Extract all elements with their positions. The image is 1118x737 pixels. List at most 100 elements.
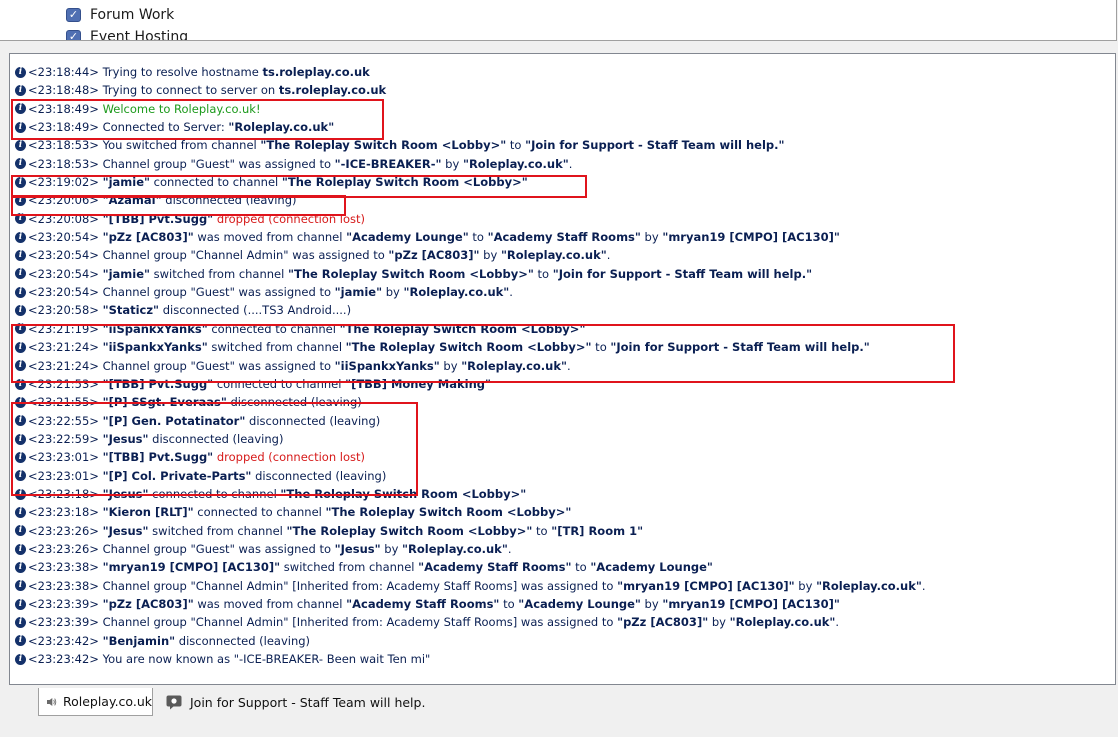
log-segment: by	[380, 541, 403, 556]
info-icon: i	[15, 580, 26, 592]
log-segment: "jamie"	[334, 285, 383, 300]
log-segment: "Kieron [RLT]"	[102, 505, 194, 520]
tab-label: Join for Support - Staff Team will help.	[190, 694, 426, 710]
log-segment: by	[640, 230, 663, 245]
log-segment: .	[606, 248, 611, 263]
log-segment: "Roleplay.co.uk"	[462, 156, 569, 171]
log-line: i <23:23:38> "mryan19 [CMPO] [AC130]" swi…	[15, 558, 926, 576]
channel-chat-icon	[166, 695, 182, 709]
log-line: i <23:23:18> "Kieron [RLT]" connected to …	[15, 503, 926, 521]
server-speaker-icon	[46, 697, 57, 706]
highlight-box	[11, 324, 955, 383]
log-segment: switched from channel	[280, 560, 419, 575]
log-segment: "Join for Support - Staff Team will help…	[525, 138, 785, 153]
log-line: i <23:23:26> "Jesus" switched from channe…	[15, 522, 926, 540]
log-segment: "Academy Staff Rooms"	[418, 560, 572, 575]
log-line: i <23:20:54> Channel group "Channel Admin…	[15, 246, 926, 264]
tree-item-label: Forum Work	[90, 7, 175, 23]
log-segment: "The Roleplay Switch Room <Lobby>"	[287, 266, 534, 281]
log-line: i <23:23:42> "Benjamin" disconnected (lea…	[15, 632, 926, 650]
info-icon: i	[15, 305, 26, 317]
log-segment: .	[568, 156, 573, 171]
log-segment: "pZz [AC803]"	[388, 248, 480, 263]
log-line: i <23:18:44> Trying to resolve hostname t…	[15, 63, 926, 81]
log-segment: "mryan19 [CMPO] [AC130]"	[102, 560, 281, 575]
pane-splitter[interactable]	[0, 41, 1118, 53]
log-segment: "Roleplay.co.uk"	[729, 615, 836, 630]
log-segment: <23:18:48> Trying to connect to server o…	[28, 83, 279, 98]
log-segment: <23:23:38> Channel group "Channel Admin"…	[28, 578, 618, 593]
highlight-box	[11, 99, 384, 140]
server-tabs: Roleplay.co.uk Join for Support - Staff …	[0, 688, 1118, 716]
channel-tree[interactable]: ✓ Forum Work ✓ Event Hosting	[0, 0, 1117, 41]
status-strip	[0, 716, 1118, 737]
log-segment: <23:18:44> Trying to resolve hostname	[28, 65, 263, 79]
log-segment: to	[533, 266, 553, 281]
log-segment: ts.roleplay.co.uk	[262, 65, 370, 79]
checked-icon: ✓	[66, 8, 81, 22]
info-icon: i	[15, 66, 26, 78]
log-line: i <23:23:38> Channel group "Channel Admin…	[15, 577, 926, 595]
log-segment: <23:23:26> Channel group "Guest" was ass…	[28, 541, 335, 556]
log-segment: "Jesus"	[334, 541, 381, 556]
server-log[interactable]: i <23:18:44> Trying to resolve hostname t…	[9, 53, 1116, 685]
log-segment: "mryan19 [CMPO] [AC130]"	[662, 596, 840, 611]
log-segment: "pZz [AC803]"	[102, 230, 194, 245]
log-segment: "Roleplay.co.uk"	[500, 248, 607, 263]
log-segment: "mryan19 [CMPO] [AC130]"	[617, 578, 795, 593]
log-line: i <23:23:42> You are now known as "-ICE-B…	[15, 650, 926, 668]
log-segment: to	[532, 523, 552, 538]
log-segment: .	[921, 578, 926, 593]
log-line: i <23:20:54> "pZz [AC803]" was moved from…	[15, 228, 926, 246]
log-segment: <23:23:26>	[28, 523, 103, 538]
log-segment: .	[835, 615, 840, 630]
log-segment: <23:23:18>	[28, 505, 103, 520]
tree-item-event-hosting[interactable]: ✓ Event Hosting	[66, 28, 188, 40]
log-segment: by	[794, 578, 817, 593]
log-line: i <23:20:54> Channel group "Guest" was as…	[15, 283, 926, 301]
info-icon: i	[15, 250, 26, 262]
info-icon: i	[15, 616, 26, 628]
log-segment: "Academy Lounge"	[346, 230, 469, 245]
log-segment: .	[507, 541, 512, 556]
log-segment: by	[479, 248, 501, 263]
log-line: i <23:18:53> Channel group "Guest" was as…	[15, 155, 926, 173]
info-icon: i	[15, 561, 26, 573]
log-segment: <23:23:39> Channel group "Channel Admin"…	[28, 615, 618, 630]
log-segment: to	[506, 138, 526, 153]
checked-icon: ✓	[66, 30, 81, 40]
log-segment: "pZz [AC803]"	[617, 615, 709, 630]
info-icon: i	[15, 506, 26, 518]
info-icon: i	[15, 158, 26, 170]
tree-item-forum-work[interactable]: ✓ Forum Work	[66, 6, 174, 24]
tab-roleplay[interactable]: Roleplay.co.uk	[38, 688, 153, 716]
log-segment: was moved from channel	[193, 230, 347, 245]
log-line: i <23:23:39> "pZz [AC803]" was moved from…	[15, 595, 926, 613]
info-icon: i	[15, 231, 26, 243]
log-segment: <23:23:42> You are now known as "-ICE-BR…	[28, 652, 431, 666]
log-segment: <23:20:54>	[28, 266, 103, 281]
log-segment: ts.roleplay.co.uk	[278, 83, 387, 98]
log-segment: "pZz [AC803]"	[102, 596, 194, 611]
log-segment: .	[509, 285, 513, 300]
log-segment: "The Roleplay Switch Room <Lobby>"	[325, 505, 572, 520]
highlight-box	[11, 195, 346, 216]
log-segment: "Roleplay.co.uk"	[403, 285, 510, 300]
log-segment: "Staticz"	[102, 303, 160, 318]
log-line: i <23:18:48> Trying to connect to server …	[15, 81, 926, 99]
info-icon: i	[15, 598, 26, 610]
log-segment: by	[441, 156, 463, 171]
tab-join-for-support[interactable]: Join for Support - Staff Team will help.	[158, 688, 434, 716]
log-segment: "The Roleplay Switch Room <Lobby>"	[286, 523, 533, 538]
log-segment: "[TR] Room 1"	[551, 523, 644, 538]
log-segment: "-ICE-BREAKER-"	[334, 156, 442, 171]
info-icon: i	[15, 286, 26, 298]
tab-label: Roleplay.co.uk	[62, 694, 152, 709]
log-segment: "Jesus"	[102, 523, 149, 538]
log-segment: by	[382, 285, 404, 300]
log-segment: by	[640, 596, 663, 611]
info-icon: i	[15, 543, 26, 555]
log-segment: <23:20:58>	[28, 303, 103, 318]
info-icon: i	[15, 85, 26, 97]
log-segment: <23:20:54>	[28, 230, 103, 245]
